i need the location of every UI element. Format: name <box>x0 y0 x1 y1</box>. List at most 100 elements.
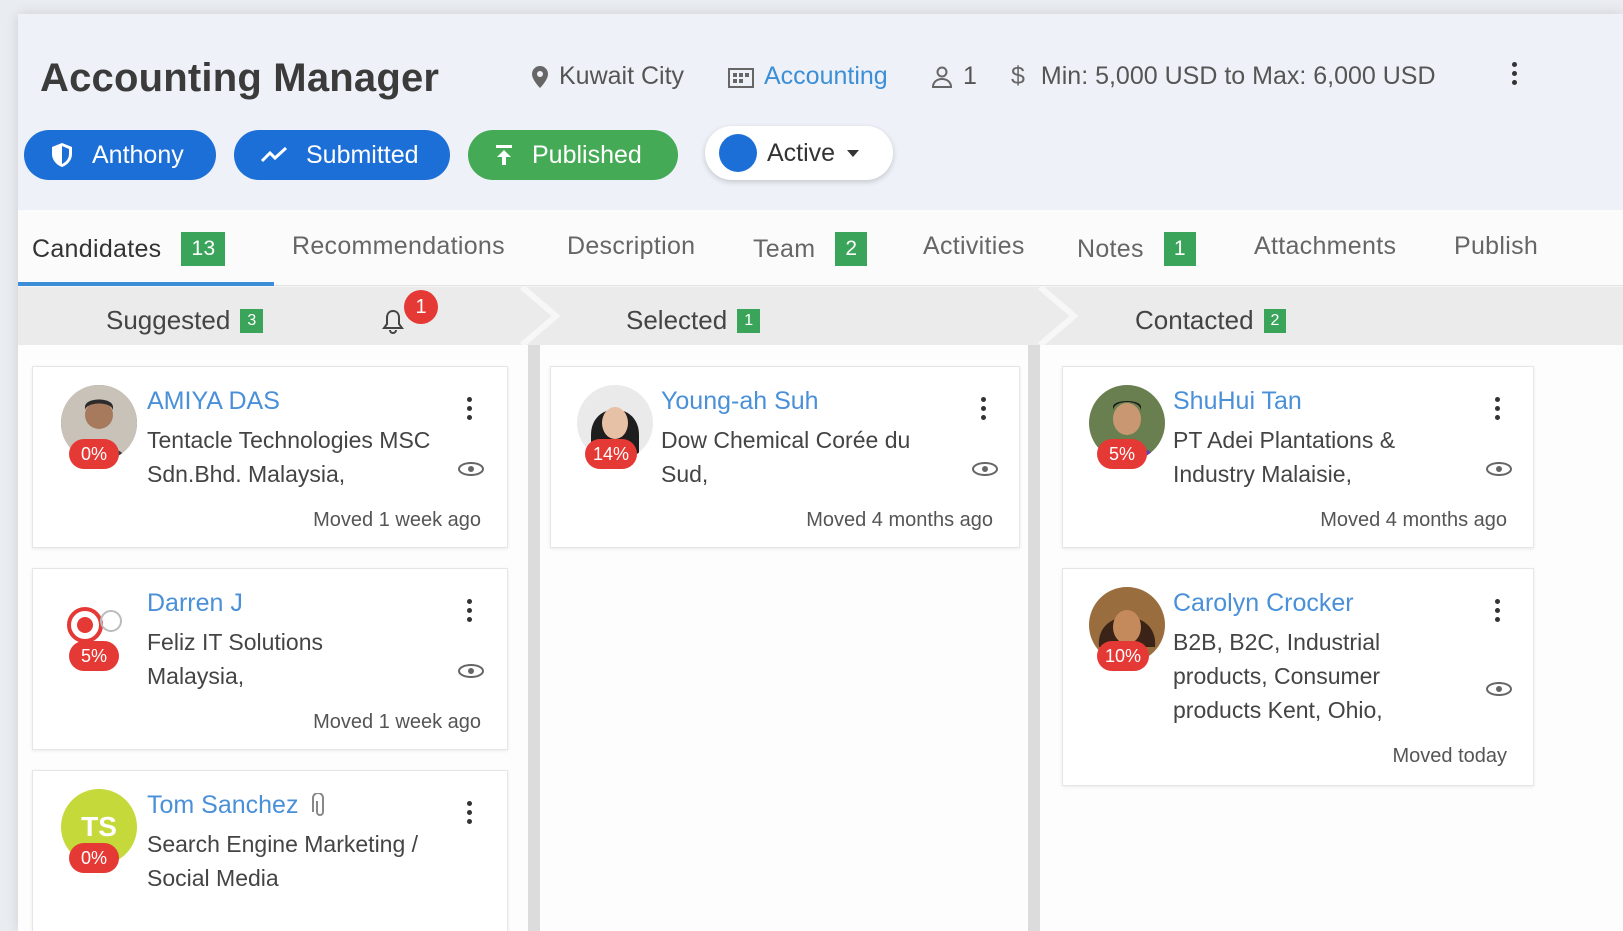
tab-label: Notes <box>1077 234 1144 263</box>
openings-count: 1 <box>963 62 977 90</box>
candidate-company: B2B, B2C, Industrial products, Consumer … <box>1173 629 1383 723</box>
candidate-card[interactable]: 0% AMIYA DAS Tentacle Technologies MSC S… <box>32 366 508 548</box>
moved-timestamp: Moved today <box>1392 745 1507 767</box>
candidate-card[interactable]: 14% Young-ah Suh Dow Chemical Corée du S… <box>550 366 1020 548</box>
match-percent-badge: 10% <box>1097 641 1150 671</box>
upload-icon <box>496 145 512 165</box>
candidate-card[interactable]: 10% Carolyn Crocker B2B, B2C, Industrial… <box>1062 568 1534 786</box>
salary-text: Min: 5,000 USD to Max: 6,000 USD <box>1040 62 1436 90</box>
candidate-name-link[interactable]: Young-ah Suh <box>661 387 819 416</box>
job-openings: 1 <box>931 62 977 91</box>
tab-label: Recommendations <box>292 232 505 260</box>
match-percent-badge: 0% <box>69 843 119 873</box>
candidate-company: Feliz IT Solutions Malaysia, <box>147 629 323 689</box>
job-department[interactable]: Accounting <box>728 62 888 91</box>
card-more-menu-icon[interactable] <box>1495 397 1500 420</box>
stage-count-badge: 2 <box>1263 308 1287 333</box>
match-percent-badge: 5% <box>1097 439 1147 469</box>
column-divider <box>1028 345 1040 931</box>
owner-label: Anthony <box>92 140 184 169</box>
job-more-menu-icon[interactable] <box>1512 62 1517 85</box>
column-divider <box>528 345 540 931</box>
dollar-icon: $ <box>1011 62 1025 90</box>
moved-timestamp: Moved 1 week ago <box>313 711 481 733</box>
owner-pill[interactable]: Anthony <box>24 130 216 180</box>
stage-label: Contacted <box>1135 305 1254 335</box>
submitted-pill[interactable]: Submitted <box>234 130 450 180</box>
stage-notification[interactable]: 1 <box>378 290 438 340</box>
stage-chevron <box>1038 287 1079 345</box>
eye-icon[interactable] <box>1485 461 1513 477</box>
tab-activities[interactable]: Activities <box>923 232 1025 261</box>
tab-label: Team <box>753 234 816 263</box>
candidate-company: Tentacle Technologies MSC Sdn.Bhd. Malay… <box>147 427 431 487</box>
stage-label: Suggested <box>106 305 231 335</box>
location-text: Kuwait City <box>559 62 685 90</box>
candidate-name-link[interactable]: Darren J <box>147 589 243 618</box>
candidate-name-link[interactable]: ShuHui Tan <box>1173 387 1302 416</box>
tab-team[interactable]: Team 2 <box>753 232 868 266</box>
candidate-company: Search Engine Marketing / Social Media <box>147 831 419 891</box>
trend-icon <box>260 146 288 163</box>
chevron-down-icon <box>847 149 860 157</box>
candidate-card[interactable]: 5% ShuHui Tan PT Adei Plantations & Indu… <box>1062 366 1534 548</box>
status-dropdown[interactable]: Active <box>705 126 893 180</box>
department-link[interactable]: Accounting <box>764 62 888 91</box>
stage-contacted[interactable]: Contacted 2 <box>1135 305 1287 336</box>
card-more-menu-icon[interactable] <box>1495 599 1500 622</box>
candidate-company: Dow Chemical Corée du Sud, <box>661 427 911 487</box>
tab-notes[interactable]: Notes 1 <box>1077 232 1196 266</box>
card-more-menu-icon[interactable] <box>467 801 472 824</box>
match-percent-badge: 5% <box>69 641 119 671</box>
tab-label: Description <box>567 232 696 260</box>
candidate-name-row: Tom Sanchez <box>147 791 328 820</box>
person-icon <box>931 66 953 88</box>
candidate-name-link[interactable]: Tom Sanchez <box>147 791 298 820</box>
status-label: Active <box>767 138 836 167</box>
eye-icon[interactable] <box>1485 681 1513 697</box>
stage-count-badge: 1 <box>737 308 761 333</box>
paperclip-icon[interactable] <box>312 792 328 819</box>
location-pin-icon <box>532 65 548 88</box>
tab-attachments[interactable]: Attachments <box>1254 232 1396 261</box>
candidate-company: PT Adei Plantations & Industry Malaisie, <box>1173 427 1396 487</box>
job-location: Kuwait City <box>531 62 684 91</box>
shield-icon <box>52 143 72 167</box>
stage-chevron <box>520 287 561 345</box>
tab-label: Candidates <box>32 234 162 263</box>
card-more-menu-icon[interactable] <box>467 599 472 622</box>
stage-count-badge: 3 <box>240 308 264 333</box>
job-header: Accounting Manager Kuwait City Accountin… <box>18 14 1623 210</box>
moved-timestamp: Moved 4 months ago <box>806 509 993 531</box>
bell-icon <box>382 309 404 334</box>
tab-label: Attachments <box>1254 232 1397 260</box>
eye-icon[interactable] <box>457 663 485 679</box>
tab-candidates[interactable]: Candidates 13 <box>32 232 226 266</box>
candidate-card[interactable]: TS 0% Tom Sanchez Search Engine Marketin… <box>32 770 508 931</box>
tab-description[interactable]: Description <box>567 232 695 261</box>
tab-label: Publish <box>1454 232 1539 260</box>
submitted-label: Submitted <box>306 140 419 169</box>
card-more-menu-icon[interactable] <box>467 397 472 420</box>
page-title: Accounting Manager <box>40 56 440 100</box>
job-salary: $ Min: 5,000 USD to Max: 6,000 USD <box>1011 62 1436 91</box>
stage-label: Selected <box>626 305 728 335</box>
tab-count-badge: 2 <box>835 232 868 266</box>
status-dot <box>719 134 757 172</box>
candidate-card[interactable]: 5% Darren J Feliz IT Solutions Malaysia,… <box>32 568 508 750</box>
published-pill[interactable]: Published <box>468 130 678 180</box>
eye-icon[interactable] <box>457 461 485 477</box>
eye-icon[interactable] <box>971 461 999 477</box>
building-icon <box>728 67 754 88</box>
stage-selected[interactable]: Selected 1 <box>626 305 761 336</box>
card-more-menu-icon[interactable] <box>981 397 986 420</box>
tab-count-badge: 1 <box>1163 232 1196 266</box>
tab-publish[interactable]: Publish <box>1454 232 1538 261</box>
stage-suggested[interactable]: Suggested 3 <box>106 305 264 336</box>
tab-recommendations[interactable]: Recommendations <box>292 232 505 261</box>
published-label: Published <box>532 140 642 169</box>
candidate-name-link[interactable]: AMIYA DAS <box>147 387 280 416</box>
candidate-name-link[interactable]: Carolyn Crocker <box>1173 589 1354 618</box>
match-percent-badge: 14% <box>585 439 638 469</box>
tab-bar: Candidates 13 Recommendations Descriptio… <box>18 210 1623 286</box>
